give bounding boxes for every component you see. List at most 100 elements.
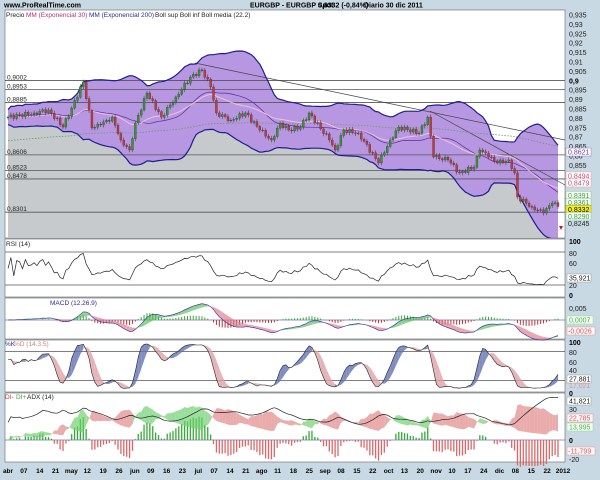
candle — [504, 161, 508, 163]
candle — [357, 132, 360, 135]
candle — [493, 157, 496, 162]
candle — [18, 114, 21, 116]
di-fill — [187, 406, 191, 428]
date-tick: 14 — [36, 468, 44, 475]
di-fill — [39, 431, 43, 438]
svg-text:80: 80 — [569, 350, 577, 357]
price-axis-tick: 0,905 — [569, 69, 587, 76]
adx-last-value: 41,821 — [569, 399, 591, 406]
di-fill — [225, 408, 228, 425]
candle — [360, 132, 363, 140]
candle — [478, 149, 481, 157]
price-axis-tick: 0,875 — [569, 125, 587, 132]
adx-panel[interactable] — [4, 392, 566, 463]
candle — [345, 129, 348, 133]
candle — [163, 115, 166, 118]
candle — [452, 162, 455, 165]
candle — [35, 112, 39, 115]
price-axis-tick: 0,9 — [569, 78, 579, 85]
candle — [496, 160, 499, 164]
di-fill — [25, 432, 29, 437]
price-axis-tick: 0,915 — [569, 50, 587, 57]
svg-text:0,005: 0,005 — [569, 306, 587, 313]
candle — [331, 139, 334, 146]
candle — [244, 112, 247, 117]
candle — [391, 137, 395, 141]
date-tick: nov — [430, 468, 442, 475]
level-label: 0,8885 — [7, 96, 27, 103]
site-name: www.ProRealTime.com — [3, 3, 81, 10]
candle — [406, 126, 409, 130]
candle — [195, 74, 198, 76]
candle — [351, 128, 354, 133]
candle — [157, 109, 160, 112]
di-fill — [404, 417, 408, 426]
di-fill — [91, 410, 95, 422]
candle — [455, 164, 458, 173]
svg-text:40: 40 — [569, 368, 577, 375]
rsi-last-value: 35,921 — [569, 276, 591, 283]
di-fill — [471, 418, 475, 429]
price-axis-tick: 0,88 — [569, 116, 583, 123]
candle — [293, 126, 296, 132]
candle — [128, 146, 131, 151]
candle — [113, 116, 117, 126]
candle — [261, 129, 264, 132]
legend-adx: ADX (14) — [27, 394, 54, 401]
candle — [47, 109, 50, 113]
di-fill — [271, 411, 275, 432]
di-fill — [251, 416, 255, 427]
di-fill — [262, 411, 266, 430]
di-fill — [517, 404, 521, 432]
candle — [96, 123, 99, 128]
di-fill — [54, 430, 58, 435]
svg-text:30: 30 — [569, 407, 577, 414]
candle — [446, 156, 450, 161]
di-fill — [537, 407, 541, 434]
candle — [484, 151, 487, 154]
level-label: 0,8523 — [7, 164, 27, 171]
di-fill — [523, 406, 527, 433]
candle — [319, 122, 322, 130]
candle — [278, 122, 282, 129]
candle — [131, 138, 134, 151]
last-value-label: 0,8479 — [568, 180, 590, 187]
candle — [108, 120, 111, 122]
svg-text:100: 100 — [569, 239, 581, 246]
candle — [85, 81, 88, 99]
chart-canvas: www.ProRealTime.com EURGBP - EURGBP Spot… — [0, 0, 600, 480]
di-fill — [268, 411, 272, 432]
candle — [539, 209, 542, 211]
rsi-panel[interactable] — [4, 238, 566, 298]
candle — [232, 119, 235, 121]
candle — [296, 126, 299, 130]
date-tick: 2012 — [556, 468, 571, 475]
candle — [449, 159, 453, 164]
candle — [99, 123, 102, 126]
di-fill — [230, 410, 234, 426]
di-fill — [433, 412, 437, 425]
last-value-label: 0,8245 — [568, 221, 590, 228]
legend-rsi: RSI (14) — [6, 241, 30, 248]
di-fill — [546, 410, 550, 435]
candle — [284, 125, 288, 128]
candle — [30, 114, 33, 116]
candle — [374, 152, 377, 159]
di-fill — [175, 410, 179, 424]
candle — [21, 114, 24, 117]
candle — [255, 121, 259, 127]
candle — [354, 132, 357, 134]
svg-text:0: 0 — [569, 293, 573, 300]
candle — [197, 69, 201, 76]
date-tick: 13 — [401, 468, 409, 475]
candle — [38, 111, 41, 115]
candle — [545, 208, 548, 214]
candle — [64, 118, 68, 128]
legend-macd: MACD (12.26.9) — [50, 300, 97, 307]
candle — [238, 113, 241, 119]
di-fill — [526, 406, 530, 433]
date-tick: 16 — [163, 468, 171, 475]
dim-last-value: 22,785 — [569, 416, 591, 423]
date-tick: may — [65, 468, 78, 475]
di-fill — [94, 411, 98, 422]
